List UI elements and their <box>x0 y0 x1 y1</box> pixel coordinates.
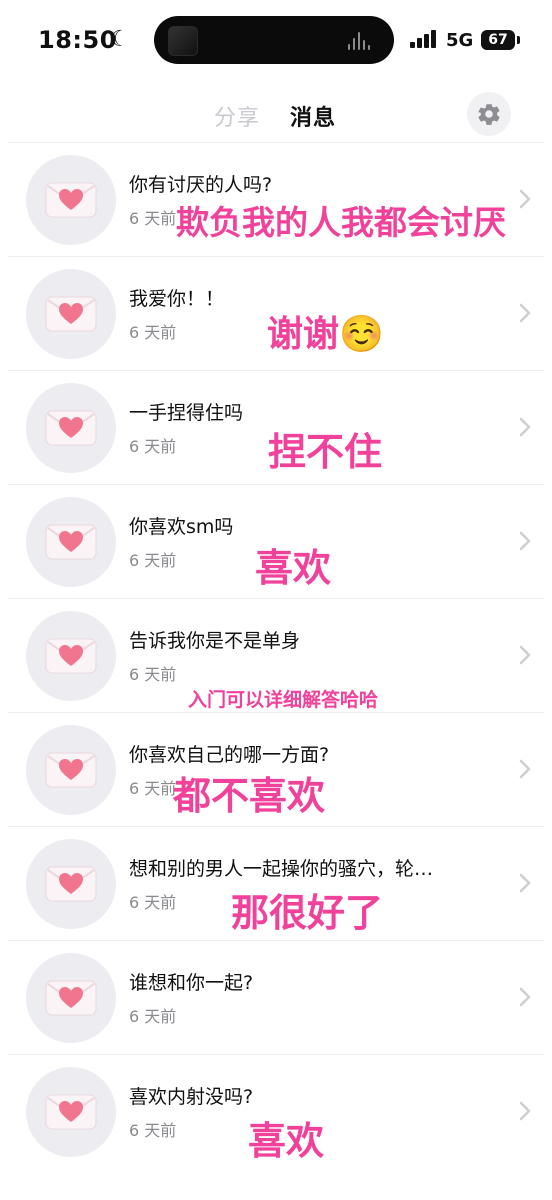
list-item[interactable]: 谁想和你一起? 6 天前 <box>8 941 544 1055</box>
chevron-right-icon <box>519 645 531 665</box>
reply-annotation: 喜欢 <box>248 1119 325 1163</box>
question-text: 你喜欢自己的哪一方面? <box>129 744 330 766</box>
tab-messages[interactable]: 消息 <box>290 100 336 132</box>
tab-share[interactable]: 分享 <box>214 100 260 132</box>
reply-annotation: 欺负我的人我都会讨厌 <box>176 203 506 242</box>
media-thumbnail <box>168 26 198 56</box>
list-item[interactable]: 你喜欢自己的哪一方面? 6 天前 都不喜欢 <box>8 713 544 827</box>
timestamp: 6 天前 <box>129 323 177 342</box>
timestamp: 6 天前 <box>129 893 177 912</box>
timestamp: 6 天前 <box>129 1121 177 1140</box>
message-list: 你有讨厌的人吗? 6 天前 欺负我的人我都会讨厌 我爱你！！ 6 天前 谢谢☺️… <box>0 143 552 1168</box>
envelope-heart-icon <box>26 953 116 1043</box>
envelope-heart-icon <box>26 839 116 929</box>
envelope-heart-icon <box>26 155 116 245</box>
list-item[interactable]: 一手捏得住吗 6 天前 捏不住 <box>8 371 544 485</box>
question-text: 你有讨厌的人吗? <box>129 174 273 196</box>
envelope-heart-icon <box>26 725 116 815</box>
chevron-right-icon <box>519 531 531 551</box>
envelope-heart-icon <box>26 269 116 359</box>
chevron-right-icon <box>519 417 531 437</box>
moon-icon: ☾ <box>110 27 130 52</box>
timestamp: 6 天前 <box>129 1007 177 1026</box>
signal-icon <box>410 30 438 48</box>
envelope-heart-icon <box>26 497 116 587</box>
timestamp: 6 天前 <box>129 665 177 684</box>
gear-icon <box>478 103 500 125</box>
question-text: 想和别的男人一起操你的骚穴，轮… <box>129 858 434 880</box>
list-item[interactable]: 喜欢内射没吗? 6 天前 喜欢 <box>8 1055 544 1168</box>
question-text: 一手捏得住吗 <box>129 402 244 424</box>
chevron-right-icon <box>519 189 531 209</box>
network-type: 5G <box>446 30 474 51</box>
audio-wave-icon <box>348 32 374 50</box>
reply-annotation: 那很好了 <box>231 891 384 935</box>
reply-annotation: 都不喜欢 <box>173 774 326 818</box>
envelope-heart-icon <box>26 1067 116 1157</box>
chevron-right-icon <box>519 303 531 323</box>
list-item[interactable]: 我爱你！！ 6 天前 谢谢☺️ <box>8 257 544 371</box>
chevron-right-icon <box>519 759 531 779</box>
battery-icon: 67 <box>481 30 520 50</box>
question-text: 你喜欢sm吗 <box>129 516 234 538</box>
settings-button[interactable] <box>467 92 511 136</box>
question-text: 我爱你！！ <box>129 288 225 310</box>
question-text: 告诉我你是不是单身 <box>129 630 301 652</box>
envelope-heart-icon <box>26 383 116 473</box>
envelope-heart-icon <box>26 611 116 701</box>
timestamp: 6 天前 <box>129 551 177 570</box>
chevron-right-icon <box>519 1101 531 1121</box>
reply-annotation: 捏不住 <box>268 430 383 474</box>
reply-annotation: 谢谢☺️ <box>267 314 384 355</box>
chevron-right-icon <box>519 987 531 1007</box>
reply-annotation: 喜欢 <box>255 546 332 590</box>
list-item[interactable]: 你有讨厌的人吗? 6 天前 欺负我的人我都会讨厌 <box>8 143 544 257</box>
status-bar: 18:50 ☾ 5G 67 <box>0 0 552 84</box>
header: 分享 消息 <box>0 84 552 144</box>
question-text: 喜欢内射没吗? <box>129 1086 254 1108</box>
clock: 18:50 <box>38 26 117 54</box>
list-item[interactable]: 你喜欢sm吗 6 天前 喜欢 <box>8 485 544 599</box>
timestamp: 6 天前 <box>129 437 177 456</box>
dynamic-island[interactable] <box>154 16 394 64</box>
chevron-right-icon <box>519 873 531 893</box>
timestamp: 6 天前 <box>129 209 177 228</box>
list-item[interactable]: 想和别的男人一起操你的骚穴，轮… 6 天前 那很好了 <box>8 827 544 941</box>
list-item[interactable]: 告诉我你是不是单身 6 天前 入门可以详细解答哈哈 <box>8 599 544 713</box>
reply-annotation: 入门可以详细解答哈哈 <box>188 689 379 711</box>
timestamp: 6 天前 <box>129 779 177 798</box>
question-text: 谁想和你一起? <box>129 972 254 994</box>
